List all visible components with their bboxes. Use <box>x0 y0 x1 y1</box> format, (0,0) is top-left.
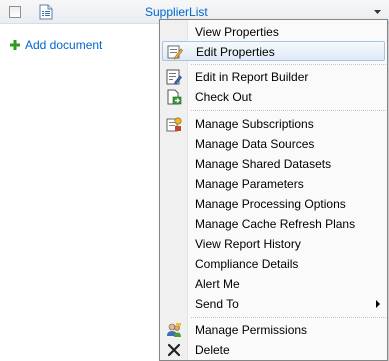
menu-item-manage-subscriptions[interactable]: Manage Subscriptions <box>162 114 385 134</box>
subscriptions-icon <box>166 117 182 132</box>
menu-item-label: Send To <box>195 297 239 311</box>
menu-item-label: Manage Parameters <box>195 177 304 191</box>
report-builder-icon <box>166 69 182 85</box>
menu-item-edit-properties[interactable]: Edit Properties <box>162 41 385 61</box>
menu-item-manage-cache-refresh-plans[interactable]: Manage Cache Refresh Plans <box>162 214 385 234</box>
select-checkbox[interactable] <box>9 6 21 18</box>
menu-separator <box>191 110 386 111</box>
menu-item-label: Manage Subscriptions <box>195 117 314 131</box>
submenu-arrow-icon <box>376 300 380 308</box>
menu-item-label: Manage Shared Datasets <box>195 157 332 171</box>
menu-item-manage-data-sources[interactable]: Manage Data Sources <box>162 134 385 154</box>
menu-separator <box>191 64 386 65</box>
edit-properties-icon <box>167 45 183 60</box>
menu-item-label: Manage Data Sources <box>195 137 315 151</box>
menu-item-compliance-details[interactable]: Compliance Details <box>162 254 385 274</box>
menu-item-manage-shared-datasets[interactable]: Manage Shared Datasets <box>162 154 385 174</box>
delete-x-icon <box>167 343 181 357</box>
menu-item-label: Manage Processing Options <box>195 197 346 211</box>
menu-item-manage-processing-options[interactable]: Manage Processing Options <box>162 194 385 214</box>
menu-item-manage-permissions[interactable]: Manage Permissions <box>162 320 385 340</box>
menu-item-label: Edit in Report Builder <box>195 70 309 84</box>
permissions-icon <box>167 323 181 337</box>
menu-separator <box>191 317 386 318</box>
menu-item-label: Manage Permissions <box>195 323 308 337</box>
menu-item-label: Check Out <box>195 90 252 104</box>
menu-item-check-out[interactable]: Check Out <box>162 87 385 107</box>
menu-item-label: View Properties <box>195 25 279 39</box>
item-menu-dropdown-icon[interactable] <box>370 4 385 20</box>
check-out-icon <box>167 89 182 105</box>
add-document-label: Add document <box>25 38 103 52</box>
menu-item-label: Compliance Details <box>195 257 299 271</box>
menu-item-label: View Report History <box>195 237 301 251</box>
context-menu: View Properties Edit Properties Edit in … <box>159 19 388 361</box>
menu-item-edit-in-report-builder[interactable]: Edit in Report Builder <box>162 67 385 87</box>
menu-item-view-properties[interactable]: View Properties <box>162 22 385 42</box>
item-title-link[interactable]: SupplierList <box>145 5 208 19</box>
menu-item-manage-parameters[interactable]: Manage Parameters <box>162 174 385 194</box>
menu-item-delete[interactable]: Delete <box>162 340 385 360</box>
menu-item-alert-me[interactable]: Alert Me <box>162 274 385 294</box>
menu-item-send-to[interactable]: Send To <box>162 294 385 314</box>
menu-item-label: Edit Properties <box>196 45 275 59</box>
report-document-icon <box>39 4 53 20</box>
menu-item-label: Delete <box>195 343 230 357</box>
menu-item-view-report-history[interactable]: View Report History <box>162 234 385 254</box>
plus-icon <box>10 40 20 50</box>
menu-item-label: Manage Cache Refresh Plans <box>195 217 356 231</box>
add-document-link[interactable]: Add document <box>10 38 102 52</box>
menu-item-label: Alert Me <box>195 277 240 291</box>
